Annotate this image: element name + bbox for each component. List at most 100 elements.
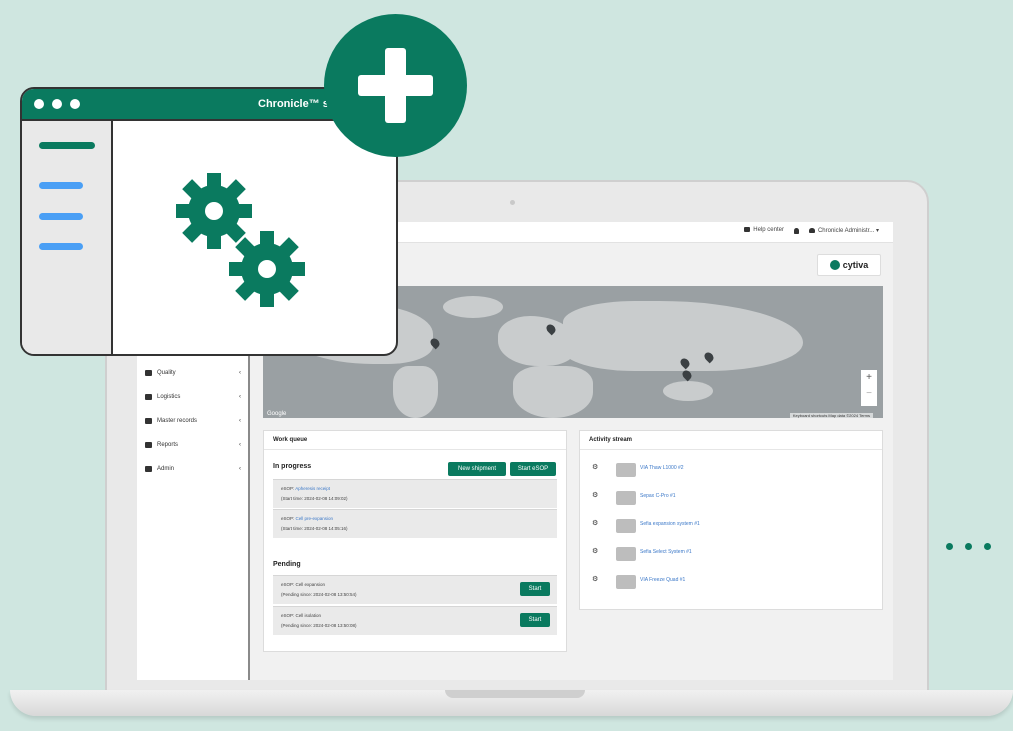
menu-bar — [39, 142, 95, 149]
map-footer[interactable]: Keyboard shortcuts Map data ©2024 Terms — [789, 413, 873, 418]
device-thumbnail — [616, 575, 636, 589]
menu-bar — [39, 182, 83, 189]
window-title: Chronicle™ s — [258, 98, 329, 110]
map-zoom-control: + − — [861, 370, 877, 406]
user-icon — [808, 227, 815, 233]
esop-start-time: (Start time: 2024-02-08 14:05:16) — [281, 526, 348, 531]
camera-dot — [510, 200, 515, 205]
menu-bar — [39, 213, 83, 220]
gear-icon — [145, 466, 152, 472]
start-button[interactable]: Start — [520, 582, 550, 596]
window-dot — [70, 99, 80, 109]
zoom-out-button[interactable]: − — [861, 386, 877, 402]
activity-item[interactable]: ⚙ Sepax C-Pro #1 — [592, 491, 874, 511]
chevron-left-icon: ‹ — [239, 418, 241, 424]
gear-icon: ⚙ — [592, 548, 599, 555]
pending-name: eSOP: Cell expansion — [281, 582, 326, 587]
reports-icon — [145, 442, 152, 448]
esop-link[interactable]: Cell pre-expansion — [296, 516, 334, 521]
work-queue-title: Work queue — [264, 431, 566, 450]
pending-item: eSOP: Cell isolation (Pending since: 202… — [273, 606, 557, 635]
sidebar-item-quality[interactable]: Quality ‹ — [145, 370, 245, 376]
esop-start-time: (Start time: 2024-02-08 14:09:02) — [281, 496, 348, 501]
sidebar-item-reports[interactable]: Reports ‹ — [145, 442, 245, 448]
sidebar-item-logistics[interactable]: Logistics ‹ — [145, 394, 245, 400]
map-land-africa — [513, 366, 593, 418]
pending-item: eSOP: Cell expansion (Pending since: 202… — [273, 575, 557, 604]
chevron-left-icon: ‹ — [239, 466, 241, 472]
device-thumbnail — [616, 547, 636, 561]
activity-item[interactable]: ⚙ VIA Thaw L1000 #2 — [592, 463, 874, 483]
chevron-left-icon: ‹ — [239, 370, 241, 376]
esop-name-line: eSOP: Apheresis receipt — [281, 486, 330, 491]
map-land-southeast-asia — [663, 381, 713, 401]
sidebar-item-label: Master records — [157, 418, 198, 424]
google-attribution: Google — [267, 411, 287, 417]
sidebar-item-label: Quality — [157, 370, 176, 376]
plus-vertical — [385, 48, 406, 123]
laptop-notch — [445, 690, 585, 698]
gear-icon — [229, 231, 305, 307]
gears-icon — [176, 173, 305, 307]
menu-bar — [39, 243, 83, 250]
work-queue-card: Work queue In progress New shipment Star… — [263, 430, 567, 652]
activity-stream-card: Activity stream ⚙ VIA Thaw L1000 #2 ⚙ Sepa… — [579, 430, 883, 610]
help-center-label: Help center — [753, 227, 784, 234]
sidebar-item-label: Admin — [157, 466, 175, 472]
pending-since: (Pending since: 2024-02-08 13:50:54) — [281, 592, 357, 597]
pending-since: (Pending since: 2024-02-08 13:50:08) — [281, 623, 357, 628]
activity-link[interactable]: Sepax C-Pro #1 — [640, 493, 676, 499]
user-menu-label: Chronicle Administr... ▾ — [817, 228, 879, 234]
map-land-south-america — [393, 366, 438, 418]
records-icon — [145, 418, 152, 424]
activity-stream-title: Activity stream — [580, 431, 882, 450]
start-esop-button[interactable]: Start eSOP — [510, 462, 556, 476]
send-icon — [145, 394, 152, 400]
start-button[interactable]: Start — [520, 613, 550, 627]
activity-link[interactable]: VIA Thaw L1000 #2 — [640, 465, 684, 471]
activity-link[interactable]: Sefia Select System #1 — [640, 549, 692, 555]
zoom-in-button[interactable]: + — [861, 370, 877, 386]
in-progress-item[interactable]: eSOP: Apheresis receipt (Start time: 202… — [273, 479, 557, 508]
activity-item[interactable]: ⚙ Sefia expansion system #1 — [592, 519, 874, 539]
bell-icon[interactable] — [793, 227, 799, 234]
activity-link[interactable]: Sefia expansion system #1 — [640, 521, 700, 527]
esop-prefix: eSOP: — [281, 486, 295, 491]
plus-icon — [324, 14, 467, 157]
activity-link[interactable]: VIA Freeze Quad #1 — [640, 577, 685, 583]
book-icon — [744, 227, 751, 233]
chevron-left-icon: ‹ — [239, 442, 241, 448]
cytiva-logo: cytiva — [817, 254, 881, 276]
ellipsis-icon — [946, 537, 1006, 555]
gear-icon — [176, 173, 252, 249]
device-thumbnail — [616, 463, 636, 477]
user-menu[interactable]: Chronicle Administr... ▾ — [808, 227, 879, 234]
sidebar-item-master-records[interactable]: Master records ‹ — [145, 418, 245, 424]
activity-item[interactable]: ⚙ VIA Freeze Quad #1 — [592, 575, 874, 595]
sidebar-item-label: Reports — [157, 442, 179, 448]
gear-icon: ⚙ — [592, 492, 599, 499]
cytiva-mark-icon — [829, 260, 840, 270]
device-thumbnail — [616, 491, 636, 505]
new-shipment-button[interactable]: New shipment — [448, 462, 506, 476]
device-thumbnail — [616, 519, 636, 533]
esop-prefix: eSOP: — [281, 516, 295, 521]
in-progress-item[interactable]: eSOP: Cell pre-expansion (Start time: 20… — [273, 509, 557, 538]
help-center-link[interactable]: Help center — [744, 227, 784, 234]
esop-name-line: eSOP: Cell pre-expansion — [281, 516, 333, 521]
quality-icon — [145, 370, 152, 376]
window-dot — [52, 99, 62, 109]
sidebar-item-label: Logistics — [157, 394, 181, 400]
gear-icon: ⚙ — [592, 576, 599, 583]
pending-heading: Pending — [273, 561, 301, 568]
window-dot — [34, 99, 44, 109]
pending-name: eSOP: Cell isolation — [281, 613, 322, 618]
brand-name: cytiva — [842, 260, 869, 270]
sidebar-item-admin[interactable]: Admin ‹ — [145, 466, 245, 472]
chevron-left-icon: ‹ — [239, 394, 241, 400]
esop-link[interactable]: Apheresis receipt — [295, 486, 330, 491]
activity-list: ⚙ VIA Thaw L1000 #2 ⚙ Sepax C-Pro #1 ⚙ Sefi… — [592, 457, 874, 607]
activity-item[interactable]: ⚙ Sefia Select System #1 — [592, 547, 874, 567]
window-sidebar — [22, 121, 113, 354]
gear-icon: ⚙ — [592, 520, 599, 527]
